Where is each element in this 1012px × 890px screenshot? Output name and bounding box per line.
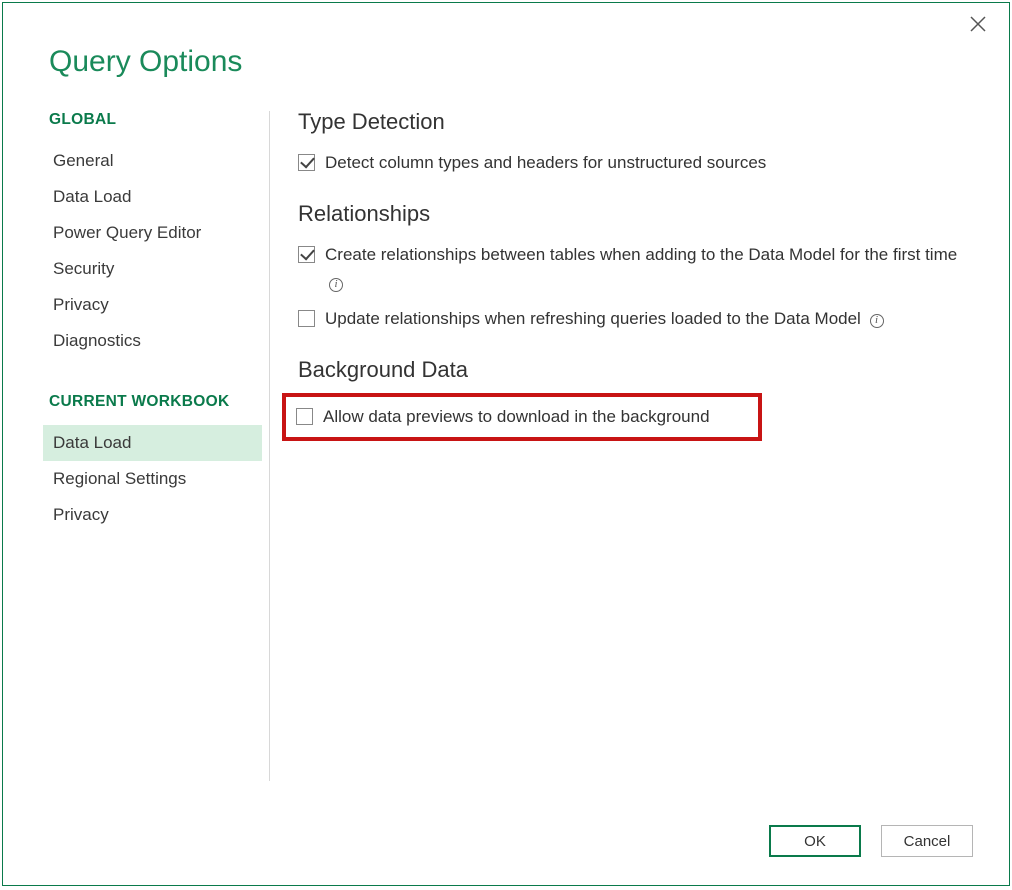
dialog-footer: OK Cancel [3, 825, 1009, 885]
sidebar-item-power-query-editor[interactable]: Power Query Editor [49, 215, 261, 251]
sidebar-item-privacy-wb[interactable]: Privacy [49, 497, 261, 533]
checkbox-allow-background-download[interactable]: Allow data previews to download in the b… [296, 403, 748, 431]
sidebar-item-diagnostics[interactable]: Diagnostics [49, 323, 261, 359]
content-area: GLOBAL General Data Load Power Query Edi… [3, 107, 1009, 825]
cancel-button[interactable]: Cancel [881, 825, 973, 857]
close-icon [969, 15, 987, 33]
checkbox-update-relationships[interactable]: Update relationships when refreshing que… [298, 301, 969, 337]
sidebar-item-privacy-global[interactable]: Privacy [49, 287, 261, 323]
checkbox-label: Detect column types and headers for unst… [325, 149, 766, 177]
checkbox-icon [298, 246, 315, 263]
info-icon[interactable]: i [329, 278, 343, 292]
sidebar-item-wb-data-load[interactable]: Data Load [43, 425, 262, 461]
sidebar-item-regional-settings[interactable]: Regional Settings [49, 461, 261, 497]
annotation-highlight: Allow data previews to download in the b… [282, 393, 762, 441]
sidebar-item-data-load[interactable]: Data Load [49, 179, 261, 215]
heading-type-detection: Type Detection [298, 109, 969, 135]
checkbox-icon [296, 408, 313, 425]
checkbox-label: Update relationships when refreshing que… [325, 305, 884, 333]
checkbox-detect-column-types[interactable]: Detect column types and headers for unst… [298, 145, 969, 181]
checkbox-label: Create relationships between tables when… [325, 241, 969, 297]
heading-relationships: Relationships [298, 201, 969, 227]
checkbox-icon [298, 154, 315, 171]
checkbox-icon [298, 310, 315, 327]
close-button[interactable] [969, 15, 993, 39]
query-options-dialog: Query Options GLOBAL General Data Load P… [2, 2, 1010, 886]
dialog-title: Query Options [49, 45, 1009, 79]
ok-button[interactable]: OK [769, 825, 861, 857]
heading-background-data: Background Data [298, 357, 969, 383]
sidebar-item-general[interactable]: General [49, 143, 261, 179]
sidebar-header-global: GLOBAL [49, 111, 261, 129]
checkbox-create-relationships[interactable]: Create relationships between tables when… [298, 237, 969, 301]
info-icon[interactable]: i [870, 314, 884, 328]
sidebar-item-security[interactable]: Security [49, 251, 261, 287]
checkbox-label: Allow data previews to download in the b… [323, 403, 710, 431]
sidebar-header-workbook: CURRENT WORKBOOK [49, 393, 261, 411]
settings-panel: Type Detection Detect column types and h… [270, 107, 1009, 825]
sidebar: GLOBAL General Data Load Power Query Edi… [3, 107, 269, 825]
